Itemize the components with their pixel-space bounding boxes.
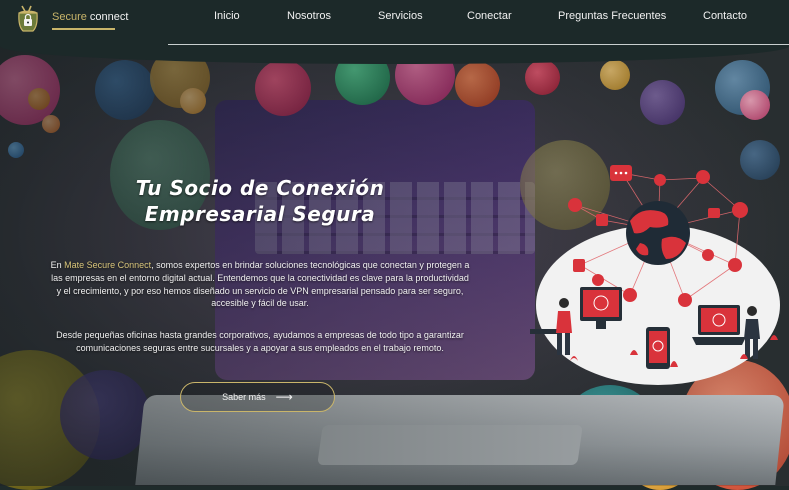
site-header: Secure connect Inicio Nosotros Servicios…: [0, 0, 789, 64]
hero-secondary-paragraph: Desde pequeñas oficinas hasta grandes co…: [56, 330, 464, 353]
main-navigation: Inicio Nosotros Servicios Conectar Pregu…: [0, 10, 789, 26]
nav-divider: [168, 44, 789, 45]
nav-item-conectar[interactable]: Conectar: [467, 10, 512, 22]
hero-title-line-1: Tu Socio de Conexión: [135, 176, 385, 200]
nav-item-nosotros[interactable]: Nosotros: [287, 10, 331, 22]
saber-mas-button[interactable]: Saber más ⟶: [180, 382, 335, 412]
hero-title: Tu Socio de Conexión Empresarial Segura: [110, 175, 410, 227]
company-name-highlight: Mate Secure Connect: [64, 260, 152, 270]
hero-title-line-2: Empresarial Segura: [144, 202, 376, 226]
network-security-illustration: [530, 165, 780, 385]
arrow-right-icon: ⟶: [275, 390, 293, 404]
nav-item-inicio[interactable]: Inicio: [214, 10, 240, 22]
nav-item-contacto[interactable]: Contacto: [703, 10, 747, 22]
hero-intro-paragraph: En Mate Secure Connect, somos expertos e…: [50, 260, 470, 309]
nav-item-preguntas-frecuentes[interactable]: Preguntas Frecuentes: [558, 10, 666, 22]
saber-mas-label: Saber más: [222, 392, 266, 402]
nav-item-servicios[interactable]: Servicios: [378, 10, 423, 22]
brand-underline: [52, 28, 115, 30]
